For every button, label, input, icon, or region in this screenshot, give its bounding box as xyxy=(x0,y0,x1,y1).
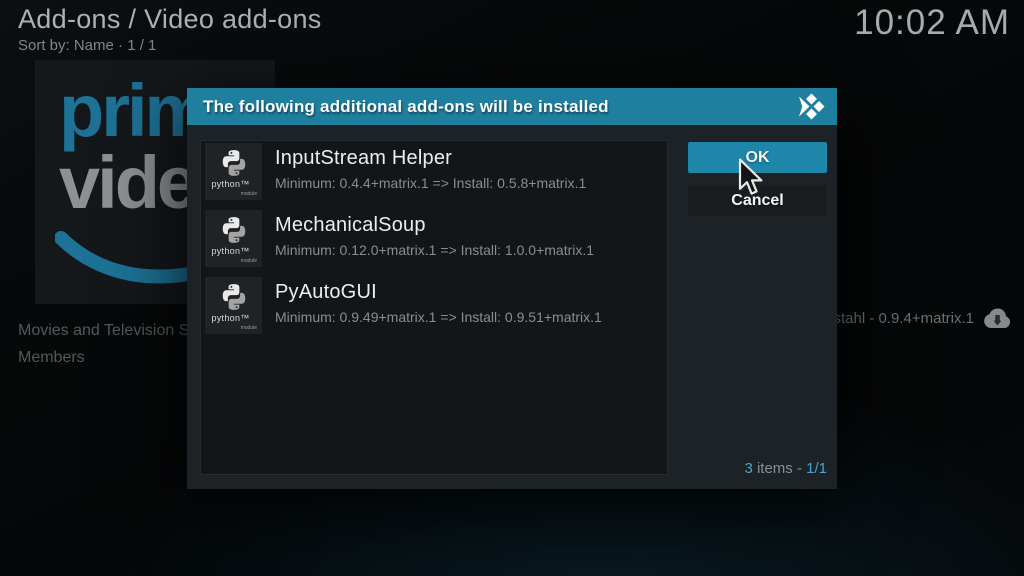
addon-list-item[interactable]: python™ module PyAutoGUI Minimum: 0.9.49… xyxy=(205,277,661,334)
addon-list-item[interactable]: python™ module MechanicalSoup Minimum: 0… xyxy=(205,210,661,267)
repo-version-row: arstahl - 0.9.4+matrix.1 xyxy=(820,308,1012,329)
repo-version-text: arstahl - 0.9.4+matrix.1 xyxy=(820,310,974,327)
addon-list-item[interactable]: python™ module InputStream Helper Minimu… xyxy=(205,143,661,200)
addon-name: PyAutoGUI xyxy=(275,281,377,303)
python-module-icon: python™ module xyxy=(205,277,262,334)
python-module-icon: python™ module xyxy=(205,143,262,200)
dialog-title: The following additional add-ons will be… xyxy=(203,96,609,116)
addon-version-info: Minimum: 0.4.4+matrix.1 => Install: 0.5.… xyxy=(275,175,587,191)
kodi-screen: Add-ons / Video add-ons Sort by: Name · … xyxy=(0,0,1024,576)
clock: 10:02 AM xyxy=(854,3,1010,42)
addon-name: InputStream Helper xyxy=(275,147,453,169)
install-dialog: The following additional add-ons will be… xyxy=(187,88,837,489)
addon-description-line2: Members xyxy=(18,349,85,366)
addon-version-info: Minimum: 0.12.0+matrix.1 => Install: 1.0… xyxy=(275,242,595,258)
addon-description-line1: Movies and Television Sh xyxy=(18,322,199,339)
mouse-cursor-icon xyxy=(738,158,763,195)
kodi-logo-icon xyxy=(799,93,825,120)
addon-name: MechanicalSoup xyxy=(275,214,426,236)
dialog-header: The following additional add-ons will be… xyxy=(187,88,837,125)
addon-version-info: Minimum: 0.9.49+matrix.1 => Install: 0.9… xyxy=(275,309,602,325)
dependency-list: python™ module InputStream Helper Minimu… xyxy=(200,140,668,475)
items-count-status: 3 items - 1/1 xyxy=(744,460,827,477)
breadcrumb: Add-ons / Video add-ons xyxy=(18,4,322,34)
python-module-icon: python™ module xyxy=(205,210,262,267)
sort-status[interactable]: Sort by: Name · 1 / 1 xyxy=(18,37,156,54)
cloud-download-icon xyxy=(984,308,1011,328)
